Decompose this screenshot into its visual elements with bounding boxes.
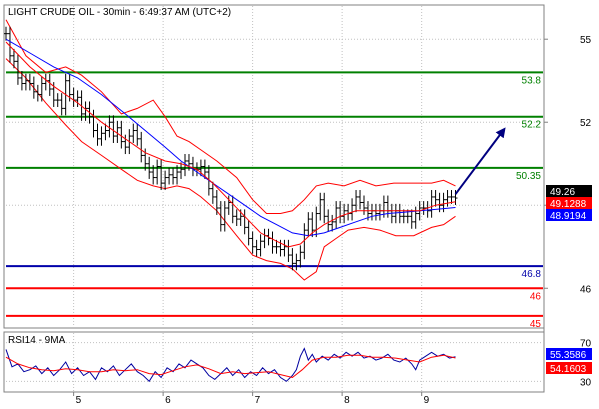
rsi-label: 54.1603 [550,364,587,375]
x-tick-label: 7 [255,395,261,406]
x-tick-label: 5 [76,395,82,406]
rsi-tick-label: 30 [580,377,592,388]
xticks-layer: 5 6 7 8 9 [73,392,430,406]
y-tick-label: 46 [580,284,592,295]
price-label: 49.1288 [550,199,587,210]
y-tick-label: 55 [580,35,592,46]
rsi-label: 55.3586 [550,350,587,361]
level-label: 46 [530,291,542,302]
x-tick-label: 9 [424,395,430,406]
rsi-pane-frame [3,331,545,393]
chart-title: LIGHT CRUDE OIL - 30min - 6:49:37 AM (UT… [8,7,231,18]
price-label: 49.26 [550,187,575,198]
y-tick-label: 52 [580,118,592,129]
main-pane-frame [3,4,545,329]
level-label: 50.35 [516,171,541,182]
x-tick-label: 6 [165,395,171,406]
price-chart: 53.852.250.3546.84645 555249467030 56789… [3,4,592,406]
level-label: 46.8 [522,269,542,280]
price-label: 48.9194 [550,211,587,222]
rsi-title: RSI14 - 9MA [8,335,66,346]
level-label: 52.2 [522,120,542,131]
level-label: 53.8 [522,75,542,86]
level-label: 45 [530,319,542,330]
x-tick-label: 8 [344,395,350,406]
